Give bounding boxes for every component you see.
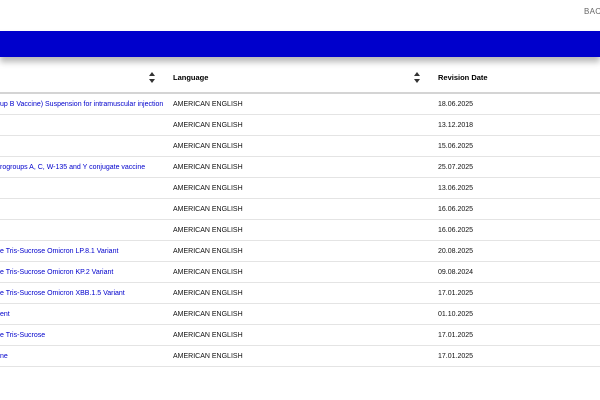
language-cell: AMERICAN ENGLISH [165,135,430,157]
language-cell: AMERICAN ENGLISH [165,219,430,241]
revision-date-cell: 18.06.2025 [430,93,600,115]
language-cell: AMERICAN ENGLISH [165,282,430,304]
language-cell: AMERICAN ENGLISH [165,261,430,283]
table-row: AMERICAN ENGLISH 15.06.2025 [0,135,600,157]
table-row: AMERICAN ENGLISH 13.12.2018 [0,114,600,136]
language-cell: AMERICAN ENGLISH [165,198,430,220]
document-name-cell: e Tris-Sucrose Omicron XBB.1.5 Variant [0,282,165,304]
document-name-cell [0,177,165,199]
document-name-cell [0,135,165,157]
table-row: rogroups A, C, W-135 and Y conjugate vac… [0,156,600,178]
document-link[interactable]: rogroups A, C, W-135 and Y conjugate vac… [0,164,145,171]
revision-date-cell: 16.06.2025 [430,219,600,241]
revision-date-cell: 20.08.2025 [430,240,600,262]
sort-icon[interactable] [414,72,420,83]
document-name-cell [0,198,165,220]
language-cell: AMERICAN ENGLISH [165,303,430,325]
table-row: e Tris-Sucrose AMERICAN ENGLISH 17.01.2025 [0,324,600,346]
documents-table: Language Revision Date up B Vaccine) Sus… [0,62,600,367]
documents-table-container: Language Revision Date up B Vaccine) Sus… [0,62,600,367]
document-name-cell [0,114,165,136]
page: BACK Language [0,0,600,400]
column-header-revision-date[interactable]: Revision Date [430,62,600,94]
language-cell: AMERICAN ENGLISH [165,177,430,199]
revision-date-cell: 16.06.2025 [430,198,600,220]
document-link[interactable]: ent [0,311,10,318]
back-link[interactable]: BACK [584,7,600,16]
column-header-language[interactable]: Language [165,62,430,94]
document-link[interactable]: e Tris-Sucrose Omicron XBB.1.5 Variant [0,290,125,297]
document-name-cell: e Tris-Sucrose Omicron LP.8.1 Variant [0,240,165,262]
table-row: up B Vaccine) Suspension for intramuscul… [0,93,600,115]
table-row: AMERICAN ENGLISH 13.06.2025 [0,177,600,199]
language-cell: AMERICAN ENGLISH [165,345,430,367]
revision-date-cell: 17.01.2025 [430,324,600,346]
table-row: e Tris-Sucrose Omicron XBB.1.5 Variant AM… [0,282,600,304]
document-name-cell: e Tris-Sucrose [0,324,165,346]
revision-date-cell: 09.08.2024 [430,261,600,283]
language-cell: AMERICAN ENGLISH [165,114,430,136]
document-link[interactable]: e Tris-Sucrose [0,332,45,339]
document-name-cell: e Tris-Sucrose Omicron KP.2 Variant [0,261,165,283]
revision-date-cell: 01.10.2025 [430,303,600,325]
document-link[interactable]: up B Vaccine) Suspension for intramuscul… [0,101,163,108]
table-row: ne AMERICAN ENGLISH 17.01.2025 [0,345,600,367]
revision-date-cell: 17.01.2025 [430,345,600,367]
document-link[interactable]: e Tris-Sucrose Omicron LP.8.1 Variant [0,248,118,255]
top-bar: BACK [0,0,600,31]
revision-date-cell: 17.01.2025 [430,282,600,304]
revision-date-cell: 13.06.2025 [430,177,600,199]
language-cell: AMERICAN ENGLISH [165,324,430,346]
table-body: up B Vaccine) Suspension for intramuscul… [0,93,600,367]
document-name-cell [0,219,165,241]
table-row: e Tris-Sucrose Omicron LP.8.1 Variant AME… [0,240,600,262]
revision-date-cell: 13.12.2018 [430,114,600,136]
column-header-revision-date-label: Revision Date [438,72,488,82]
document-name-cell: ent [0,303,165,325]
document-link[interactable]: ne [0,353,8,360]
revision-date-cell: 15.06.2025 [430,135,600,157]
language-cell: AMERICAN ENGLISH [165,240,430,262]
revision-date-cell: 25.07.2025 [430,156,600,178]
table-row: AMERICAN ENGLISH 16.06.2025 [0,219,600,241]
brand-bar [0,31,600,57]
table-row: AMERICAN ENGLISH 16.06.2025 [0,198,600,220]
column-header-language-label: Language [173,72,209,82]
sort-icon[interactable] [149,72,155,83]
document-name-cell: ne [0,345,165,367]
column-header-name[interactable] [0,62,165,94]
table-header: Language Revision Date [0,62,600,94]
table-row: e Tris-Sucrose Omicron KP.2 Variant AMERI… [0,261,600,283]
table-row: ent AMERICAN ENGLISH 01.10.2025 [0,303,600,325]
document-name-cell: up B Vaccine) Suspension for intramuscul… [0,93,165,115]
language-cell: AMERICAN ENGLISH [165,156,430,178]
language-cell: AMERICAN ENGLISH [165,93,430,115]
document-name-cell: rogroups A, C, W-135 and Y conjugate vac… [0,156,165,178]
document-link[interactable]: e Tris-Sucrose Omicron KP.2 Variant [0,269,113,276]
